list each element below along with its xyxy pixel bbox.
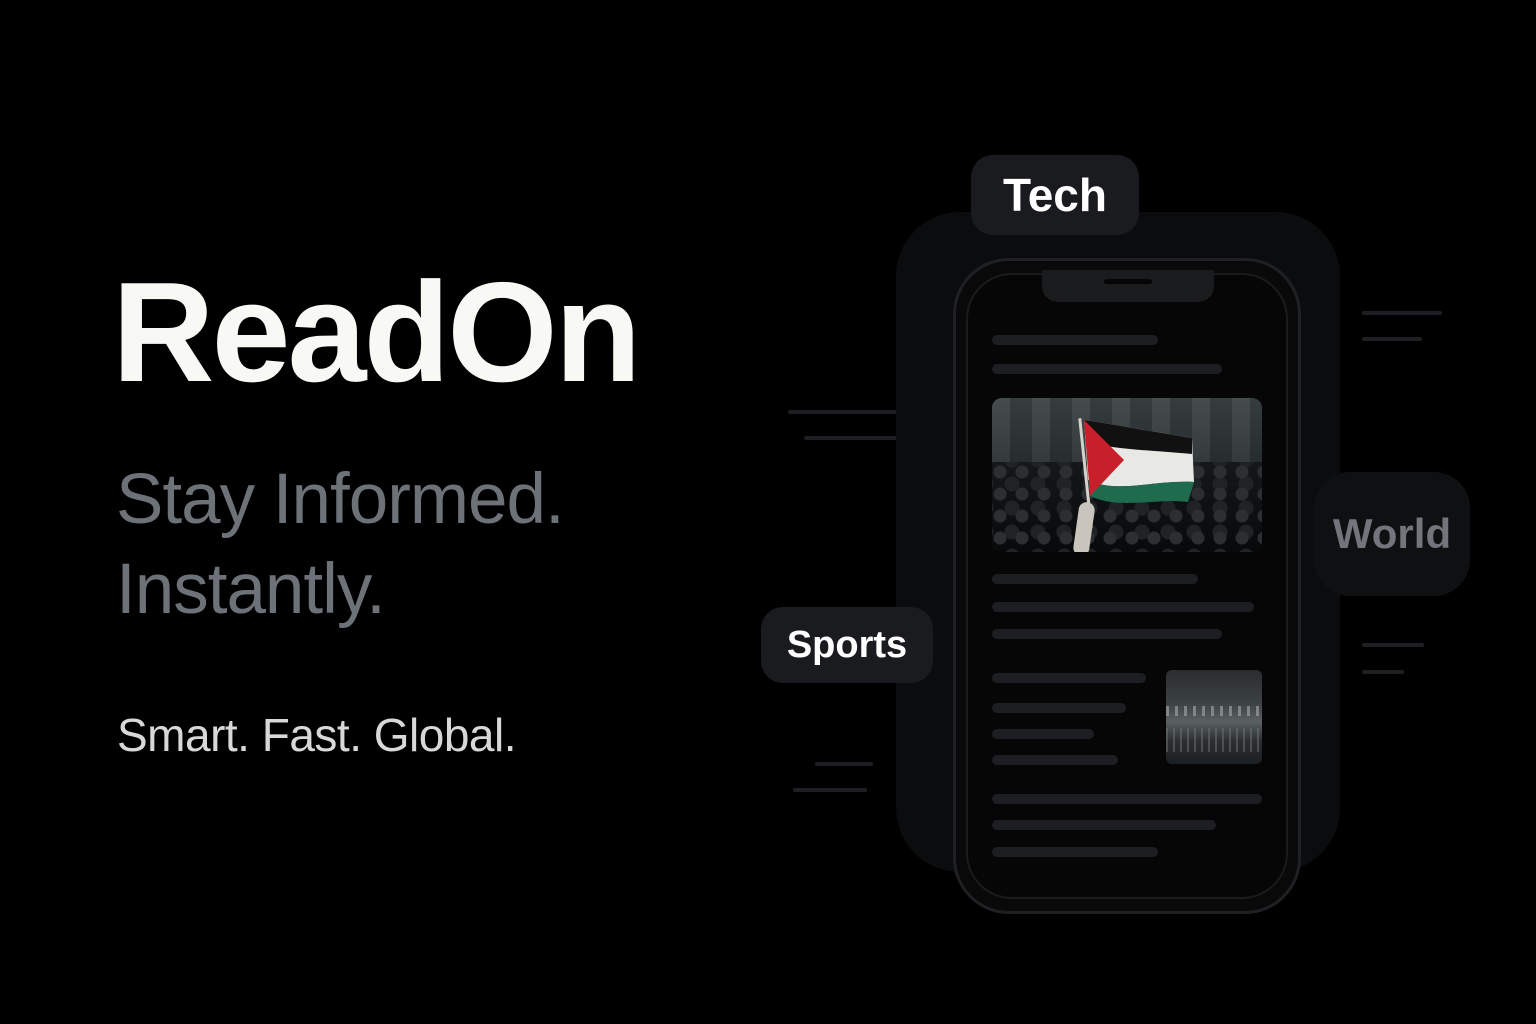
phone-notch	[1042, 270, 1214, 302]
speed-line	[793, 788, 867, 792]
category-chip-world[interactable]: World	[1314, 472, 1470, 596]
headline-placeholder	[992, 364, 1222, 374]
speed-line	[1362, 670, 1404, 674]
text-placeholder	[992, 820, 1216, 830]
category-chip-tech[interactable]: Tech	[971, 155, 1139, 235]
text-placeholder	[992, 847, 1158, 857]
text-placeholder	[992, 703, 1126, 713]
tagline: Stay Informed. Instantly.	[116, 455, 565, 635]
phone-speaker	[1104, 279, 1152, 284]
text-placeholder	[992, 729, 1094, 739]
text-placeholder	[992, 602, 1254, 612]
text-placeholder	[992, 755, 1118, 765]
app-title: ReadOn	[112, 253, 641, 412]
category-chip-sports[interactable]: Sports	[761, 607, 933, 683]
flag-icon	[1084, 420, 1194, 504]
hero-article-image[interactable]	[992, 398, 1262, 552]
text-placeholder	[992, 629, 1222, 639]
headline-placeholder	[992, 335, 1158, 345]
speed-line	[815, 762, 873, 766]
phone-mockup	[953, 258, 1301, 914]
secondary-article-thumbnail[interactable]	[1166, 670, 1262, 764]
motto: Smart. Fast. Global.	[117, 709, 517, 761]
text-placeholder	[992, 673, 1146, 683]
stadium-lights	[1166, 706, 1262, 716]
tagline-line-1: Stay Informed.	[116, 460, 565, 539]
text-placeholder	[992, 794, 1262, 804]
text-placeholder	[992, 574, 1198, 584]
stadium-rails	[1166, 728, 1262, 752]
tagline-line-2: Instantly.	[116, 550, 386, 629]
speed-line	[1362, 311, 1442, 315]
speed-line	[1362, 337, 1422, 341]
speed-line	[1362, 643, 1424, 647]
